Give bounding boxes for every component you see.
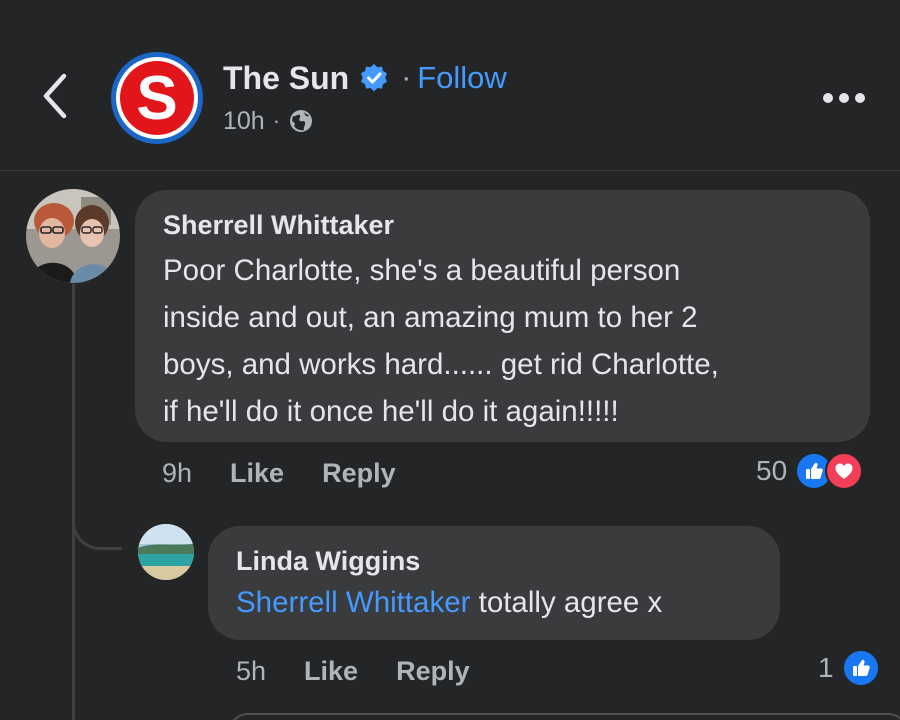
reply-text-body: totally agree x (470, 586, 663, 619)
follow-button[interactable]: Follow (417, 60, 507, 96)
comment-actions: 9h Like Reply (162, 453, 396, 493)
post-header: S The Sun · Follow 10h · (0, 0, 900, 170)
reply-author[interactable]: Linda Wiggins (236, 544, 752, 578)
back-button[interactable] (30, 68, 80, 124)
verified-badge-icon (359, 63, 389, 93)
post-timestamp[interactable]: 10h (223, 107, 265, 136)
mention-link[interactable]: Sherrell Whittaker (236, 586, 470, 619)
more-dots-icon (823, 93, 865, 103)
reply-button[interactable]: Reply (322, 458, 396, 489)
reply-reaction-count: 1 (818, 652, 834, 683)
reply-actions: 5h Like Reply (236, 651, 470, 691)
comment-text: Poor Charlotte, she's a beautiful person… (163, 254, 719, 428)
page-avatar[interactable]: S (109, 50, 205, 146)
reply-bubble[interactable]: Linda Wiggins Sherrell Whittaker totally… (208, 526, 780, 640)
more-options-button[interactable] (816, 80, 872, 116)
reply-text: Sherrell Whittaker totally agree x (236, 582, 752, 624)
comments-screen: S The Sun · Follow 10h · Sherrell Whitta… (0, 0, 900, 720)
reply-like-button[interactable]: Like (304, 656, 358, 687)
post-meta: 10h · (223, 104, 314, 138)
svg-text:S: S (136, 64, 177, 133)
header-divider (0, 170, 900, 171)
thumbs-up-reaction-icon (841, 649, 880, 687)
chevron-left-icon (43, 73, 67, 119)
heart-reaction-icon (825, 452, 864, 490)
meta-separator: · (272, 108, 281, 133)
page-name-row: The Sun · Follow (223, 58, 507, 98)
reaction-count: 50 (756, 455, 788, 486)
like-button[interactable]: Like (230, 458, 284, 489)
reply-avatar[interactable] (138, 524, 194, 580)
commenter-avatar[interactable] (26, 189, 120, 283)
the-sun-logo: S (111, 52, 203, 144)
reply-connector-curve (72, 500, 122, 550)
reply-input-box[interactable] (228, 713, 900, 720)
page-name[interactable]: The Sun (223, 60, 349, 97)
comment-author[interactable]: Sherrell Whittaker (163, 208, 842, 242)
comment-timestamp[interactable]: 9h (162, 458, 192, 489)
globe-icon (288, 108, 314, 134)
reply-timestamp[interactable]: 5h (236, 656, 266, 687)
comment-bubble[interactable]: Sherrell Whittaker Poor Charlotte, she's… (135, 190, 870, 442)
reply-reply-button[interactable]: Reply (396, 656, 470, 687)
reaction-summary[interactable]: 50 (756, 451, 864, 491)
name-separator: · (401, 61, 412, 94)
reply-reaction-summary[interactable]: 1 (818, 648, 880, 688)
